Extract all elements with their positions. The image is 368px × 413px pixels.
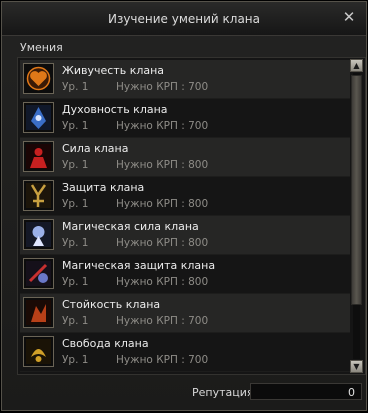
skill-level: Ур. 1 [62, 198, 89, 210]
skill-cost: Нужно КРП : 700 [116, 120, 209, 132]
skill-cost: Нужно КРП : 700 [116, 315, 209, 327]
skill-slot[interactable] [23, 219, 54, 250]
skill-name: Магическая защита клана [62, 259, 216, 272]
scroll-up-button[interactable]: ▲ [350, 59, 363, 72]
skill-cost: Нужно КРП : 800 [116, 237, 209, 249]
magic-power-icon [26, 222, 51, 247]
skill-slot[interactable] [23, 180, 54, 211]
skill-level: Ур. 1 [62, 120, 89, 132]
skill-name: Свобода клана [62, 337, 149, 350]
close-icon[interactable]: ✕ [340, 8, 358, 26]
skill-name: Стойкость клана [62, 298, 161, 311]
title-bar[interactable]: Изучение умений клана ✕ [2, 2, 366, 36]
skill-name: Защита клана [62, 181, 145, 194]
skill-row[interactable]: Духовность клана Ур. 1 Нужно КРП : 700 [20, 99, 350, 138]
skill-row[interactable]: Магическая сила клана Ур. 1 Нужно КРП : 80… [20, 216, 350, 255]
skill-name: Магическая сила клана [62, 220, 199, 233]
skill-row[interactable]: Живучесть клана Ур. 1 Нужно КРП : 700 [20, 60, 350, 99]
skill-level: Ур. 1 [62, 237, 89, 249]
skill-row[interactable]: Стойкость клана Ур. 1 Нужно КРП : 700 [20, 294, 350, 333]
defense-icon [26, 183, 51, 208]
skill-slot[interactable] [23, 258, 54, 289]
skill-name: Живучесть клана [62, 64, 165, 77]
skill-row[interactable]: Свобода клана Ур. 1 Нужно КРП : 700 [20, 333, 350, 372]
skill-row[interactable]: Магическая защита клана Ур. 1 Нужно КРП : … [20, 255, 350, 294]
skill-level: Ур. 1 [62, 354, 89, 366]
heart-icon [26, 66, 51, 91]
skill-cost: Нужно КРП : 800 [116, 159, 209, 171]
skills-rows: Живучесть клана Ур. 1 Нужно КРП : 700 Духов… [20, 60, 350, 372]
skills-list: Живучесть клана Ур. 1 Нужно КРП : 700 Духов… [17, 57, 366, 375]
skill-level: Ур. 1 [62, 315, 89, 327]
freedom-icon [26, 339, 51, 364]
skills-section-label: Умения [20, 41, 63, 54]
skill-slot[interactable] [23, 102, 54, 133]
fortitude-icon [26, 300, 51, 325]
scroll-thumb[interactable] [351, 75, 362, 305]
window-title: Изучение умений клана [107, 12, 261, 26]
skill-name: Духовность клана [62, 103, 168, 116]
skill-cost: Нужно КРП : 700 [116, 81, 209, 93]
skill-row[interactable]: Сила клана Ур. 1 Нужно КРП : 800 [20, 138, 350, 177]
skill-slot[interactable] [23, 297, 54, 328]
spirit-icon [26, 105, 51, 130]
skill-slot[interactable] [23, 336, 54, 367]
strength-icon [26, 144, 51, 169]
reputation-field: 0 [250, 383, 362, 400]
skill-cost: Нужно КРП : 700 [116, 354, 209, 366]
skill-level: Ур. 1 [62, 81, 89, 93]
skill-slot[interactable] [23, 141, 54, 172]
reputation-value: 0 [348, 386, 355, 399]
footer: Репутация 0 [2, 378, 366, 408]
skill-row[interactable]: Защита клана Ур. 1 Нужно КРП : 800 [20, 177, 350, 216]
skill-level: Ур. 1 [62, 276, 89, 288]
clan-skills-window: Изучение умений клана ✕ Умения Живучесть… [1, 1, 367, 411]
skill-slot[interactable] [23, 63, 54, 94]
skill-name: Сила клана [62, 142, 129, 155]
scroll-down-button[interactable]: ▼ [350, 360, 363, 373]
reputation-label: Репутация [192, 386, 254, 399]
magic-defense-icon [26, 261, 51, 286]
skill-cost: Нужно КРП : 800 [116, 198, 209, 210]
scrollbar[interactable]: ▲ ▼ [350, 59, 363, 373]
skill-cost: Нужно КРП : 800 [116, 276, 209, 288]
skill-level: Ур. 1 [62, 159, 89, 171]
